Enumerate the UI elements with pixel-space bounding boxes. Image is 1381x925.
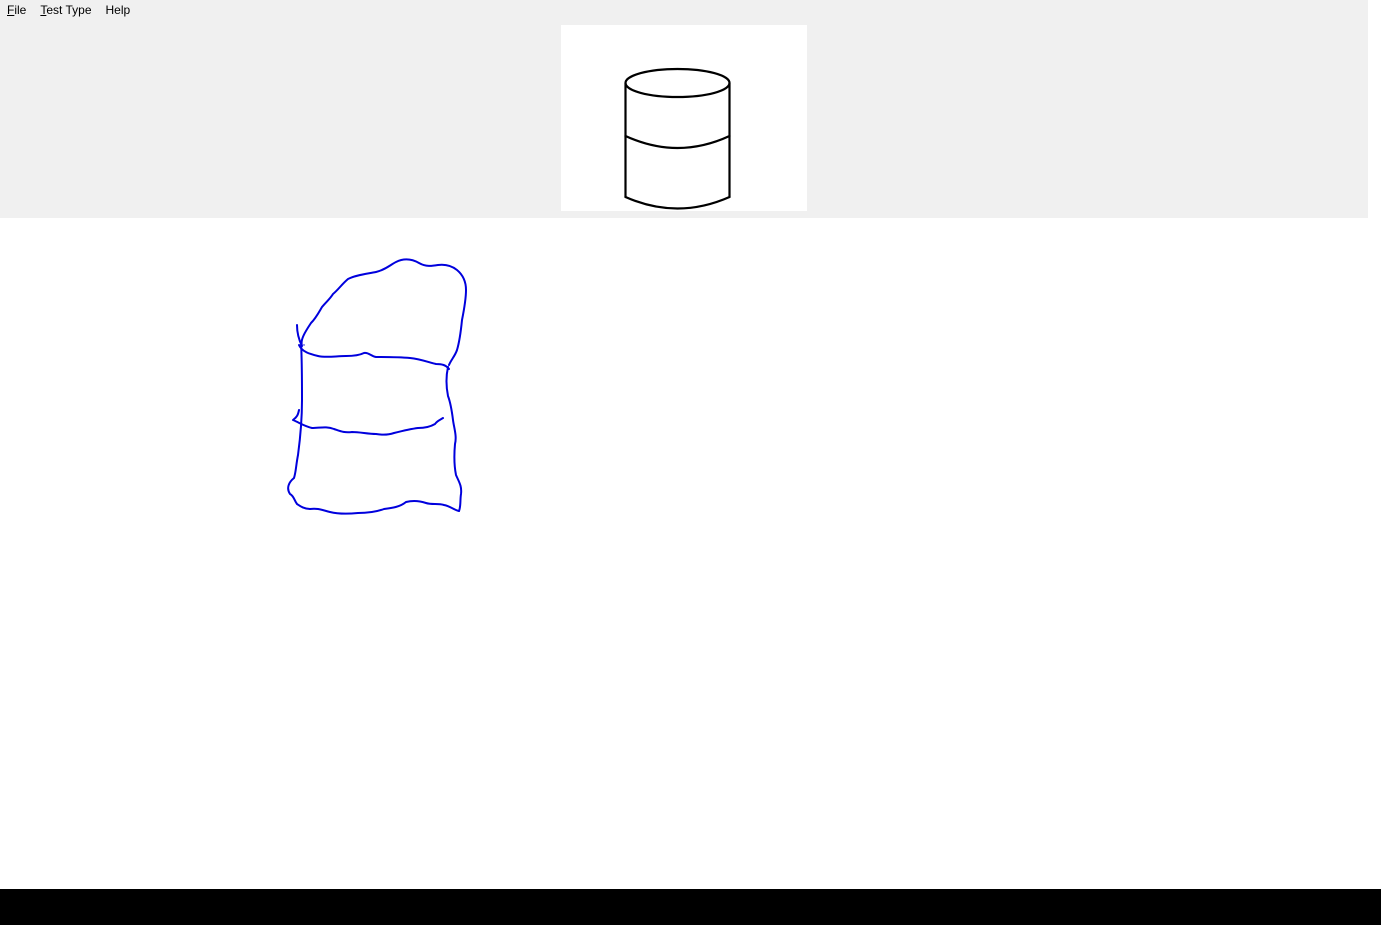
drawing-canvas[interactable] — [0, 218, 1368, 889]
cylinder-icon — [624, 67, 731, 210]
menu-test-type[interactable]: Test Type — [33, 0, 98, 20]
menu-file[interactable]: File — [0, 0, 33, 20]
menu-help-label: Help — [105, 3, 131, 17]
menu-file-label: ile — [14, 3, 27, 17]
user-sketch — [287, 258, 467, 515]
sketch-middle-band — [292, 409, 444, 436]
cylinder-middle-arc — [624, 134, 731, 150]
bottom-black-bar — [0, 889, 1381, 925]
reference-shape-panel — [561, 25, 807, 211]
menu-test-type-label: est Type — [46, 3, 92, 17]
sketch-top-cap — [296, 258, 467, 366]
cylinder-top-ellipse — [624, 67, 731, 99]
menu-bar: File Test Type Help — [0, 0, 137, 20]
window-right-edge — [1368, 0, 1381, 889]
toolbar-area: File Test Type Help — [0, 0, 1368, 218]
sketch-dot — [303, 344, 305, 346]
sketch-upper-band — [298, 344, 450, 370]
cylinder-bottom-arc — [624, 195, 731, 210]
sketch-right-side — [445, 366, 463, 512]
app-window: File Test Type Help — [0, 0, 1368, 889]
menu-help[interactable]: Help — [99, 0, 138, 20]
sketch-bottom-edge — [309, 499, 460, 515]
